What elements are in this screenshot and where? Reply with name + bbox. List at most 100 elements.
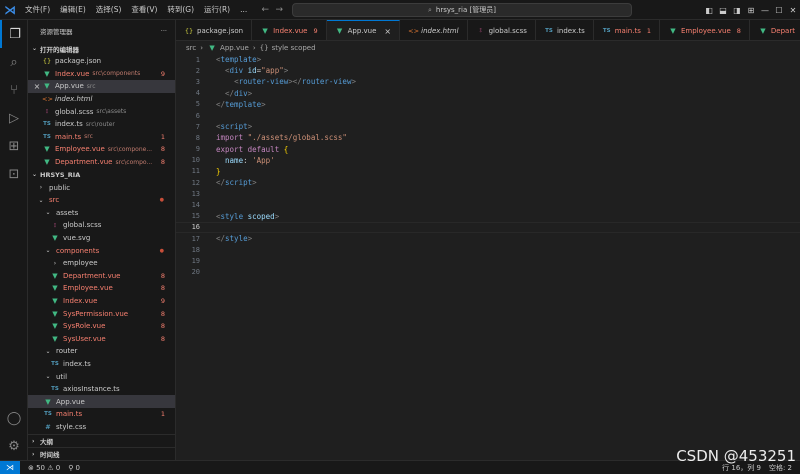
editor-tab[interactable]: ⦂ global.scss [468, 20, 536, 40]
menu-edit[interactable]: 编辑(E) [55, 0, 91, 20]
tree-item-name: src [49, 196, 60, 205]
breadcrumb-src[interactable]: src [186, 44, 196, 52]
code-line: 14 [176, 199, 800, 210]
remote-explorer-icon[interactable]: ⊡ [0, 160, 28, 188]
menu-selection[interactable]: 选择(S) [91, 0, 127, 20]
menu-go[interactable]: 转到(G) [162, 0, 199, 20]
tree-item[interactable]: ▼ Department.vue 8 [28, 270, 175, 283]
tree-item[interactable]: ⦂ global.scss [28, 219, 175, 232]
code-token: "./assets/global.scss" [247, 133, 347, 143]
typescript-file-icon: TS [51, 386, 59, 393]
source-control-icon[interactable]: ⑂ [0, 76, 28, 104]
open-editor-item[interactable]: ▼ Employee.vue src\compone... 8 [28, 143, 175, 156]
open-editor-item[interactable]: <> index.html [28, 93, 175, 106]
editor-tab[interactable]: TS main.ts 1 [594, 20, 660, 40]
tree-item[interactable]: › employee [28, 257, 175, 270]
explorer-header: 资源管理器 ··· [28, 20, 175, 42]
open-editor-item[interactable]: ▼ Index.vue src\components 9 [28, 68, 175, 81]
tab-problem-badge: 1 [646, 26, 651, 35]
tree-item[interactable]: ⌄ assets [28, 207, 175, 220]
explorer-icon[interactable]: ❐ [0, 20, 28, 48]
tree-item[interactable]: ⌄ util [28, 370, 175, 383]
code-line: 10 name: 'App' [176, 155, 800, 166]
remote-indicator-icon[interactable]: ⋊ [0, 460, 20, 474]
tree-item[interactable]: ▼ vue.svg [28, 232, 175, 245]
open-editor-item[interactable]: TS index.ts src\router [28, 118, 175, 131]
code-editor[interactable]: 1 <template> 2 <div id="app"> 3 <router-vie… [176, 54, 800, 460]
tree-item[interactable]: ▼ Employee.vue 8 [28, 282, 175, 295]
menu-file[interactable]: 文件(F) [20, 0, 55, 20]
search-view-icon[interactable]: ⌕ [0, 48, 28, 76]
chevron-right-icon: › [252, 43, 256, 52]
tab-problem-badge: 8 [736, 26, 741, 35]
tree-item[interactable]: # style.css [28, 421, 175, 434]
menu-run[interactable]: 运行(R) [199, 0, 235, 20]
tree-item[interactable]: TS index.ts [28, 358, 175, 371]
tree-item[interactable]: TS axiosInstance.ts [28, 383, 175, 396]
editor-tab[interactable]: <> index.html [400, 20, 468, 40]
forward-arrow-icon[interactable]: → [272, 5, 286, 15]
editor-tab[interactable]: ▼ Index.vue 9 [252, 20, 327, 40]
open-editor-item[interactable]: ▼ Department.vue src\compo... 8 [28, 156, 175, 169]
run-debug-icon[interactable]: ▷ [0, 104, 28, 132]
tree-item[interactable]: ⌄ src ● [28, 194, 175, 207]
tree-item-name: components [56, 246, 100, 255]
css-file-icon: # [45, 422, 51, 431]
open-editor-dir: src [84, 133, 93, 141]
extensions-icon[interactable]: ⊞ [0, 132, 28, 160]
problem-count-badge: 1 [160, 410, 165, 419]
folder-chevron-icon: ⌄ [45, 209, 51, 217]
window-close-icon[interactable]: ✕ [786, 6, 800, 15]
scss-file-icon: ⦂ [46, 107, 48, 116]
outline-header[interactable]: › 大纲 [28, 434, 175, 447]
explorer-more-button[interactable]: ··· [161, 27, 167, 35]
tree-item[interactable]: ▼ Index.vue 9 [28, 295, 175, 308]
settings-gear-icon[interactable]: ⚙ [0, 432, 28, 460]
editor-tab[interactable]: ▼ Depart [750, 20, 800, 40]
open-editors-header[interactable]: ⌄ 打开的编辑器 [28, 42, 175, 55]
project-header[interactable]: ⌄ HRSYS_RIA [28, 168, 175, 181]
back-arrow-icon[interactable]: ← [258, 5, 272, 15]
toggle-sidebar-icon[interactable]: ◧ [702, 6, 716, 15]
problems-indicator[interactable]: ⊗ 50 ⚠ 0 [28, 464, 60, 472]
code-token: style [225, 234, 248, 244]
menu-more[interactable]: ... [235, 0, 252, 20]
tree-item[interactable]: ⌄ components ● [28, 244, 175, 257]
line-number: 8 [195, 133, 200, 142]
minimize-icon[interactable]: — [758, 6, 772, 15]
tree-item[interactable]: › public [28, 181, 175, 194]
account-icon[interactable]: ◯ [0, 404, 28, 432]
customize-layout-icon[interactable]: ⊞ [744, 6, 758, 15]
maximize-icon[interactable]: ☐ [772, 6, 786, 15]
editor-tab[interactable]: ▼ App.vue × [326, 20, 401, 40]
toggle-secondary-sidebar-icon[interactable]: ◨ [730, 6, 744, 15]
breadcrumb-symbol[interactable]: style scoped [272, 44, 316, 52]
open-editor-item[interactable]: × ▼ App.vue src [28, 80, 175, 93]
timeline-header[interactable]: › 时间线 [28, 447, 175, 460]
typescript-file-icon: TS [602, 27, 611, 34]
vue-file-icon: ▼ [45, 397, 51, 406]
close-icon[interactable]: × [32, 82, 42, 91]
menu-view[interactable]: 查看(V) [126, 0, 162, 20]
line-number: 4 [195, 89, 200, 98]
tree-item[interactable]: ⌄ router [28, 345, 175, 358]
tree-item[interactable]: ▼ SysPermission.vue 8 [28, 307, 175, 320]
command-center[interactable]: ⌕ hrsys_ria [管理员] [292, 3, 632, 17]
tree-item[interactable]: ▼ SysRole.vue 8 [28, 320, 175, 333]
tree-item[interactable]: ▼ SysUser.vue 8 [28, 332, 175, 345]
tree-item[interactable]: TS main.ts 1 [28, 408, 175, 421]
editor-tab[interactable]: TS index.ts [536, 20, 594, 40]
ports-indicator[interactable]: ⚲ 0 [68, 464, 80, 472]
open-editor-item[interactable]: TS main.ts src 1 [28, 131, 175, 144]
vue-file-icon: ▼ [44, 69, 50, 78]
toggle-panel-icon[interactable]: ⬓ [716, 6, 730, 15]
editor-tab[interactable]: ▼ Employee.vue 8 [660, 20, 750, 40]
tree-item[interactable]: ▼ App.vue [28, 395, 175, 409]
tab-close-icon[interactable]: × [384, 27, 391, 36]
open-editor-item[interactable]: ⦂ global.scss src\assets [28, 105, 175, 118]
code-line: 8 import "./assets/global.scss" [176, 132, 800, 143]
open-editor-item[interactable]: {} package.json [28, 55, 175, 68]
editor-tab[interactable]: {} package.json [176, 20, 253, 40]
breadcrumb-file[interactable]: App.vue [220, 44, 249, 52]
